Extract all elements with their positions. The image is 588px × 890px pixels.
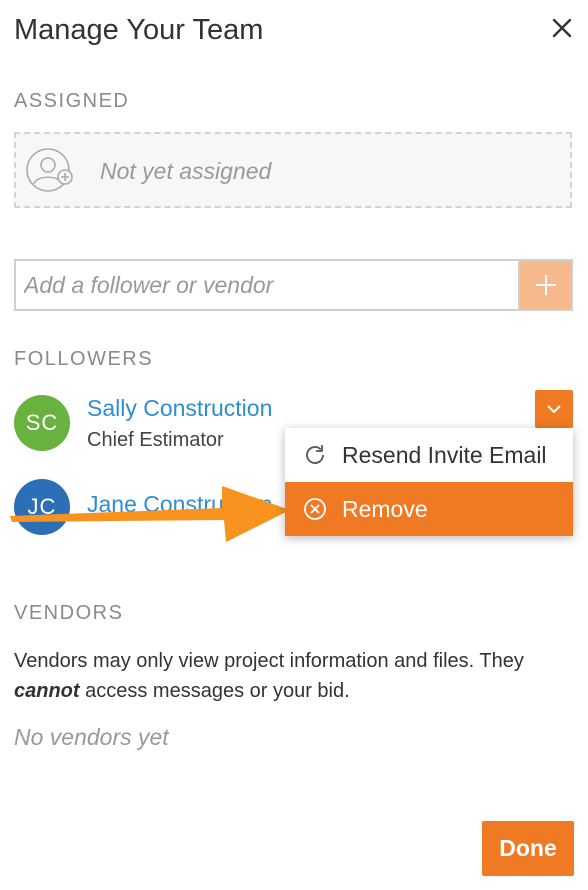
remove-circle-icon: [304, 498, 326, 520]
vendors-desc-text: access messages or your bid.: [79, 680, 350, 702]
assigned-dropzone[interactable]: Not yet assigned: [14, 132, 572, 208]
assigned-section-label: ASSIGNED: [14, 90, 130, 112]
menu-item-remove[interactable]: Remove: [285, 482, 573, 536]
follower-name[interactable]: Sally Construction: [87, 395, 272, 422]
plus-icon: [535, 275, 556, 295]
vendors-section-label: VENDORS: [14, 602, 124, 624]
followers-section-label: FOLLOWERS: [14, 348, 154, 370]
refresh-icon: [306, 445, 324, 464]
close-button[interactable]: [548, 14, 576, 42]
not-assigned-text: Not yet assigned: [100, 158, 272, 184]
dialog-title: Manage Your Team: [14, 14, 264, 46]
add-user-icon: [26, 148, 73, 192]
add-follower-input[interactable]: [14, 259, 518, 311]
add-follower-button[interactable]: [518, 259, 573, 311]
done-button[interactable]: Done: [482, 821, 574, 876]
vendors-desc-text: Vendors may only view project informatio…: [14, 650, 524, 672]
close-icon: [552, 18, 572, 38]
menu-item-label: Resend Invite Email: [342, 441, 547, 468]
avatar: JC: [14, 479, 70, 535]
follower-options-button[interactable]: [535, 390, 573, 428]
follower-options-menu: Resend Invite Email Remove: [285, 428, 573, 536]
chevron-down-icon: [547, 405, 561, 414]
no-vendors-text: No vendors yet: [14, 724, 169, 750]
vendors-description: Vendors may only view project informatio…: [14, 646, 576, 706]
follower-name[interactable]: Jane Construction: [87, 491, 272, 518]
avatar: SC: [14, 395, 70, 451]
vendors-desc-emphasis: cannot: [14, 680, 80, 702]
menu-item-label: Remove: [342, 495, 428, 522]
menu-item-resend-invite[interactable]: Resend Invite Email: [285, 428, 573, 482]
follower-role: Chief Estimator: [87, 429, 224, 451]
